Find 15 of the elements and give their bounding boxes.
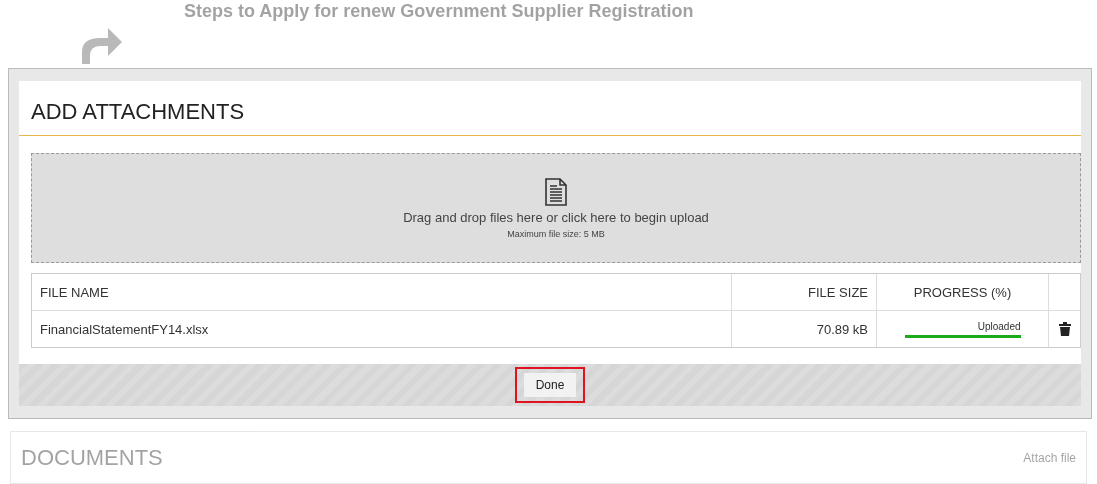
document-icon <box>545 177 567 206</box>
section-title: DOCUMENTS <box>21 444 163 471</box>
file-size-limit: Maximum file size: 5 MB <box>507 228 605 239</box>
trash-icon[interactable] <box>1058 322 1071 336</box>
column-header: FILE SIZE <box>731 274 876 311</box>
done-button[interactable]: Done <box>523 373 577 397</box>
drop-zone[interactable]: Drag and drop files here or click here to begin upload Maximum file size: 5 MB <box>31 153 1081 263</box>
page-title: Steps to Apply for renew Government Supplier Registration <box>184 1 694 22</box>
dialog-title: ADD ATTACHMENTS <box>19 81 1081 136</box>
column-header: PROGRESS (%) <box>876 274 1048 311</box>
file-name-cell-text: FinancialStatementFY14.xlsx <box>39 320 210 339</box>
file-size-cell: 70.89 kB <box>731 311 876 347</box>
drop-instruction: Drag and drop files here or click here to begin upload <box>403 209 709 225</box>
column-header: FILE NAME <box>32 274 731 311</box>
upload-status: Uploaded <box>977 320 1021 332</box>
